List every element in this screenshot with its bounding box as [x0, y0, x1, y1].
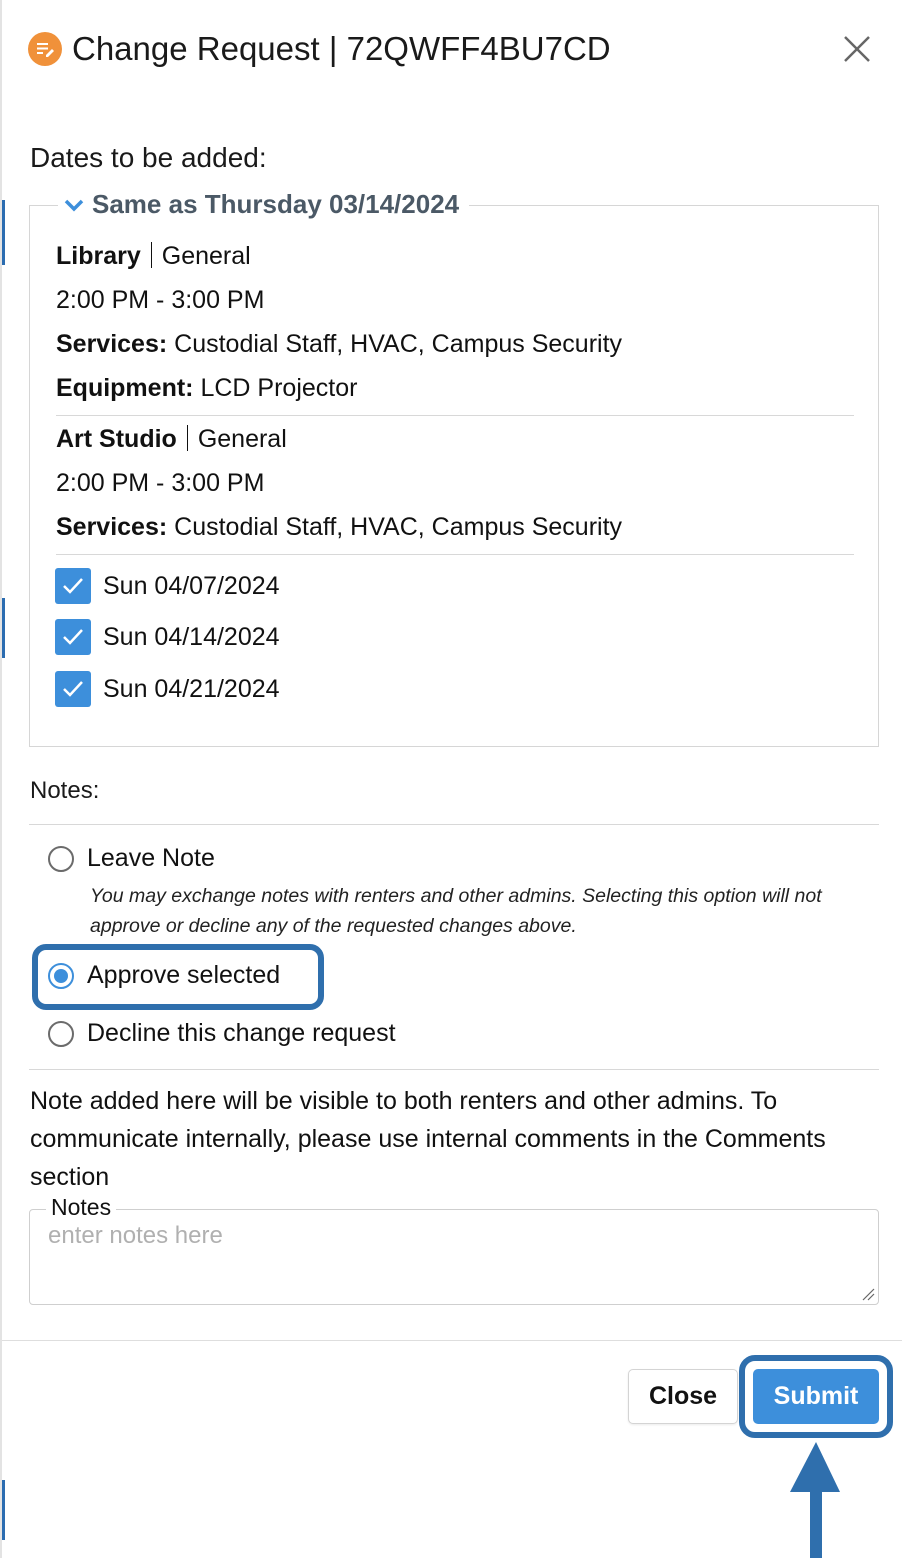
checkmark-icon [63, 681, 83, 697]
footer-divider [2, 1340, 902, 1341]
dates-group: Same as Thursday 03/14/2024 Library Gener… [29, 189, 879, 747]
time-range: 2:00 PM - 3:00 PM [56, 286, 265, 314]
background-edge [2, 1480, 5, 1540]
services-label: Services: [56, 330, 168, 358]
radio-label: Decline this change request [87, 1019, 396, 1047]
date-label: Sun 04/21/2024 [103, 674, 280, 703]
radio-label: Leave Note [87, 844, 215, 872]
dates-group-toggle[interactable]: Same as Thursday 03/14/2024 [58, 189, 470, 220]
time-range: 2:00 PM - 3:00 PM [56, 469, 265, 497]
dates-group-label: Same as Thursday 03/14/2024 [92, 189, 460, 219]
location-category: General [197, 425, 287, 453]
radio-leave-note[interactable]: Leave Note [48, 844, 215, 873]
item-divider [56, 415, 854, 416]
services-label: Services: [56, 513, 168, 541]
notes-field-label: Notes [46, 1194, 117, 1221]
date-checkbox[interactable] [55, 619, 91, 655]
location-name: Art Studio [56, 425, 177, 453]
location-name: Library [56, 242, 141, 270]
equipment-label: Equipment: [56, 374, 194, 402]
background-edge [2, 598, 5, 658]
close-icon[interactable] [842, 34, 872, 64]
notes-divider [29, 1069, 879, 1070]
edit-note-icon [28, 32, 62, 66]
radio-button[interactable] [48, 845, 74, 872]
services-row: Services: Custodial Staff, HVAC, Campus … [56, 513, 622, 542]
radio-button[interactable] [48, 1020, 74, 1047]
modal-header: Change Request | 72QWFF4BU7CD [28, 24, 872, 74]
date-option[interactable]: Sun 04/21/2024 [55, 671, 280, 707]
notes-field: Notes [29, 1194, 879, 1305]
notes-visibility-info: Note added here will be visible to both … [30, 1087, 826, 1191]
change-request-modal: Change Request | 72QWFF4BU7CD Dates to b… [0, 0, 902, 1558]
date-label: Sun 04/14/2024 [103, 622, 280, 651]
background-edge [2, 200, 5, 265]
resize-handle-icon[interactable] [861, 1287, 875, 1301]
item-divider [56, 554, 854, 555]
date-checkbox[interactable] [55, 671, 91, 707]
radio-approve-selected[interactable]: Approve selected [48, 961, 280, 990]
services-row: Services: Custodial Staff, HVAC, Campus … [56, 330, 622, 359]
date-option[interactable]: Sun 04/07/2024 [55, 568, 280, 604]
leave-note-hint: You may exchange notes with renters and … [90, 885, 822, 937]
date-label: Sun 04/07/2024 [103, 571, 280, 600]
radio-button[interactable] [48, 962, 74, 989]
radio-decline[interactable]: Decline this change request [48, 1019, 396, 1048]
services-value: Custodial Staff, HVAC, Campus Security [174, 330, 623, 358]
location-row: Library General [56, 242, 251, 271]
location-row: Art Studio General [56, 425, 287, 454]
equipment-row: Equipment: LCD Projector [56, 374, 357, 403]
separator [186, 425, 188, 451]
date-option[interactable]: Sun 04/14/2024 [55, 619, 280, 655]
notes-textarea[interactable] [48, 1222, 848, 1292]
location-category: General [161, 242, 251, 270]
dates-section-title: Dates to be added: [30, 142, 267, 173]
submit-button[interactable]: Submit [751, 1367, 881, 1426]
notes-section-title: Notes: [30, 777, 100, 804]
checkmark-icon [63, 578, 83, 594]
separator [150, 242, 152, 268]
equipment-value: LCD Projector [200, 374, 358, 402]
notes-divider [29, 824, 879, 825]
chevron-down-icon [64, 199, 84, 211]
services-value: Custodial Staff, HVAC, Campus Security [174, 513, 623, 541]
radio-label: Approve selected [87, 961, 281, 989]
checkmark-icon [63, 629, 83, 645]
modal-title: Change Request | 72QWFF4BU7CD [72, 30, 611, 67]
date-checkbox[interactable] [55, 568, 91, 604]
close-button[interactable]: Close [628, 1369, 738, 1424]
arrow-up-icon [790, 1442, 840, 1558]
